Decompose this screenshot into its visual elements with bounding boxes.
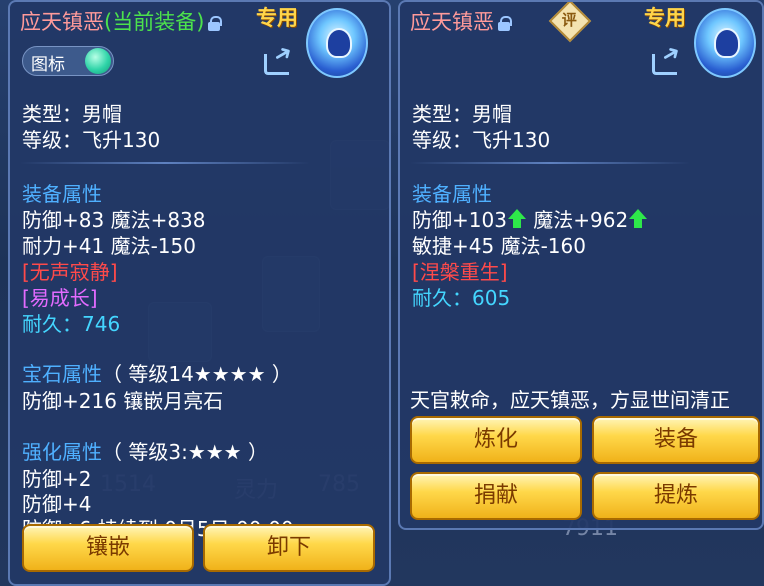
exclusive-label: 专用 <box>256 6 298 30</box>
item-name: 应天镇恶 <box>20 10 104 34</box>
current-equipment-panel: 应天镇恶(当前装备) 专用 图标 类型：男帽 等级：飞升130 装备属性 防御+… <box>8 0 391 586</box>
current-equip-tag: (当前装备) <box>104 10 205 34</box>
item-title: 应天镇恶 <box>410 6 512 36</box>
special-effect: [易成长] <box>22 286 98 310</box>
rate-label: 评 <box>561 11 577 30</box>
hat-icon <box>306 8 368 78</box>
divider <box>410 162 690 164</box>
item-level: 等级：飞升130 <box>22 128 161 152</box>
refine-button[interactable]: 炼化 <box>410 416 582 464</box>
item-type: 类型：男帽 <box>22 102 122 126</box>
gem-attr-row: 宝石属性（ 等级14★★★★ ） <box>22 358 292 387</box>
icon-toggle[interactable]: 图标 <box>22 46 114 76</box>
durability: 耐久：746 <box>22 312 121 336</box>
attr-defense: 防御+103 <box>412 208 507 232</box>
enhance-level: （ 等级3:★★★ ） <box>102 440 268 464</box>
exclusive-label: 专用 <box>644 6 686 30</box>
enhance-attr-row: 强化属性（ 等级3:★★★ ） <box>22 436 268 465</box>
gem-line: 防御+216 镶嵌月亮石 <box>22 389 224 413</box>
lock-icon <box>208 16 223 31</box>
toggle-knob <box>85 48 111 74</box>
item-level: 等级：飞升130 <box>412 128 551 152</box>
up-arrow-icon <box>628 209 648 229</box>
rate-icon[interactable]: 评 <box>548 2 592 43</box>
durability: 耐久：605 <box>412 286 511 310</box>
flavor-text: 天官敕命，应天镇恶，方显世间清正 <box>410 388 730 412</box>
up-arrow-icon <box>507 209 527 229</box>
item-type: 类型：男帽 <box>412 102 512 126</box>
equip-button[interactable]: 装备 <box>592 416 760 464</box>
attr-line: 耐力+41 魔法-150 <box>22 234 196 258</box>
share-icon[interactable] <box>262 46 296 75</box>
gem-level: （ 等级14★★★★ ） <box>102 362 292 386</box>
item-name: 应天镇恶 <box>410 10 494 34</box>
extract-button[interactable]: 提炼 <box>592 472 760 520</box>
enhance-attr-title: 强化属性 <box>22 440 102 464</box>
compare-equipment-panel: 应天镇恶 评 专用 类型：男帽 等级：飞升130 装备属性 防御+103 魔法+… <box>398 0 764 530</box>
inlay-button[interactable]: 镶嵌 <box>22 524 194 572</box>
equip-attr-title: 装备属性 <box>412 182 492 206</box>
unequip-button[interactable]: 卸下 <box>203 524 375 572</box>
lock-icon <box>498 16 512 31</box>
special-effect: [涅槃重生] <box>412 260 508 284</box>
attr-magic: 魔法+962 <box>533 208 629 232</box>
equip-attr-title: 装备属性 <box>22 182 102 206</box>
hat-icon <box>694 8 756 78</box>
attr-line: 防御+103 魔法+962 <box>412 204 648 233</box>
item-title: 应天镇恶(当前装备) <box>20 6 223 36</box>
attr-line: 防御+83 魔法+838 <box>22 208 206 232</box>
toggle-label: 图标 <box>31 55 65 75</box>
gem-attr-title: 宝石属性 <box>22 362 102 386</box>
divider <box>20 162 310 164</box>
donate-button[interactable]: 捐献 <box>410 472 582 520</box>
attr-line: 敏捷+45 魔法-160 <box>412 234 586 258</box>
special-effect: [无声寂静] <box>22 260 118 284</box>
share-icon[interactable] <box>650 46 684 75</box>
